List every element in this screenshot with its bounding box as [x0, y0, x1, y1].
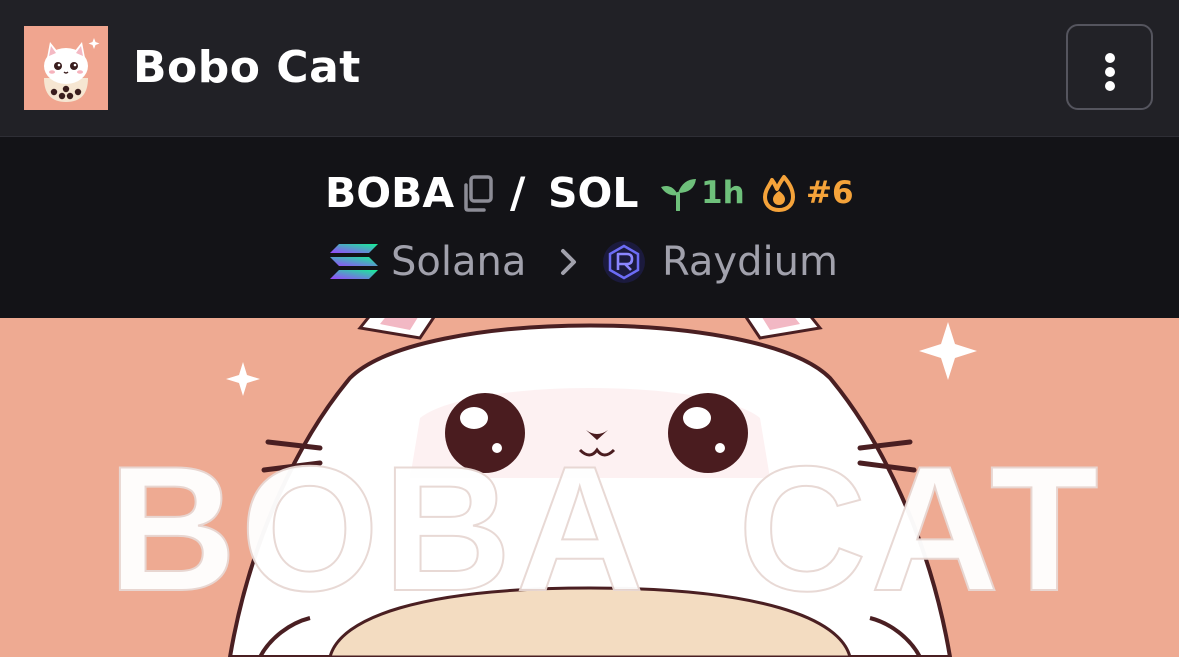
base-token-symbol: BOBA	[325, 169, 455, 217]
solana-icon	[330, 244, 378, 279]
chevron-right-icon	[561, 249, 576, 275]
vertical-ellipsis-icon	[1105, 81, 1115, 91]
banner-text-left: BOBA	[108, 429, 648, 628]
copy-address-icon[interactable]	[460, 175, 494, 213]
raydium-icon	[603, 241, 645, 283]
dex-name[interactable]: Raydium	[662, 236, 838, 288]
token-header: Bobo Cat	[0, 0, 1179, 137]
more-menu-button[interactable]	[1066, 24, 1153, 110]
token-name: Bobo Cat	[133, 42, 361, 93]
sprout-icon	[661, 179, 696, 211]
vertical-ellipsis-icon	[1105, 67, 1115, 77]
pair-separator: /	[510, 168, 526, 217]
token-avatar	[24, 26, 108, 110]
token-page: Bobo Cat BOBA / SOL 1h #6 Solana Raydium…	[0, 0, 1179, 657]
token-banner-image: BOBA CAT	[0, 318, 1179, 657]
chain-row: Solana Raydium	[0, 232, 1179, 292]
banner-text-right: CAT	[738, 429, 1103, 628]
boba-cat-banner-illustration: BOBA CAT	[0, 318, 1179, 657]
pair-row: BOBA / SOL 1h #6	[0, 165, 1179, 225]
quote-token-symbol: SOL	[548, 169, 639, 217]
vertical-ellipsis-icon	[1105, 53, 1115, 63]
bobo-cat-avatar-icon	[24, 26, 108, 110]
chain-name[interactable]: Solana	[391, 236, 526, 288]
trending-rank: #6	[806, 175, 854, 211]
pair-age: 1h	[701, 175, 745, 211]
flame-icon	[763, 175, 795, 212]
pair-info-bar: BOBA / SOL 1h #6 Solana Raydium	[0, 137, 1179, 318]
